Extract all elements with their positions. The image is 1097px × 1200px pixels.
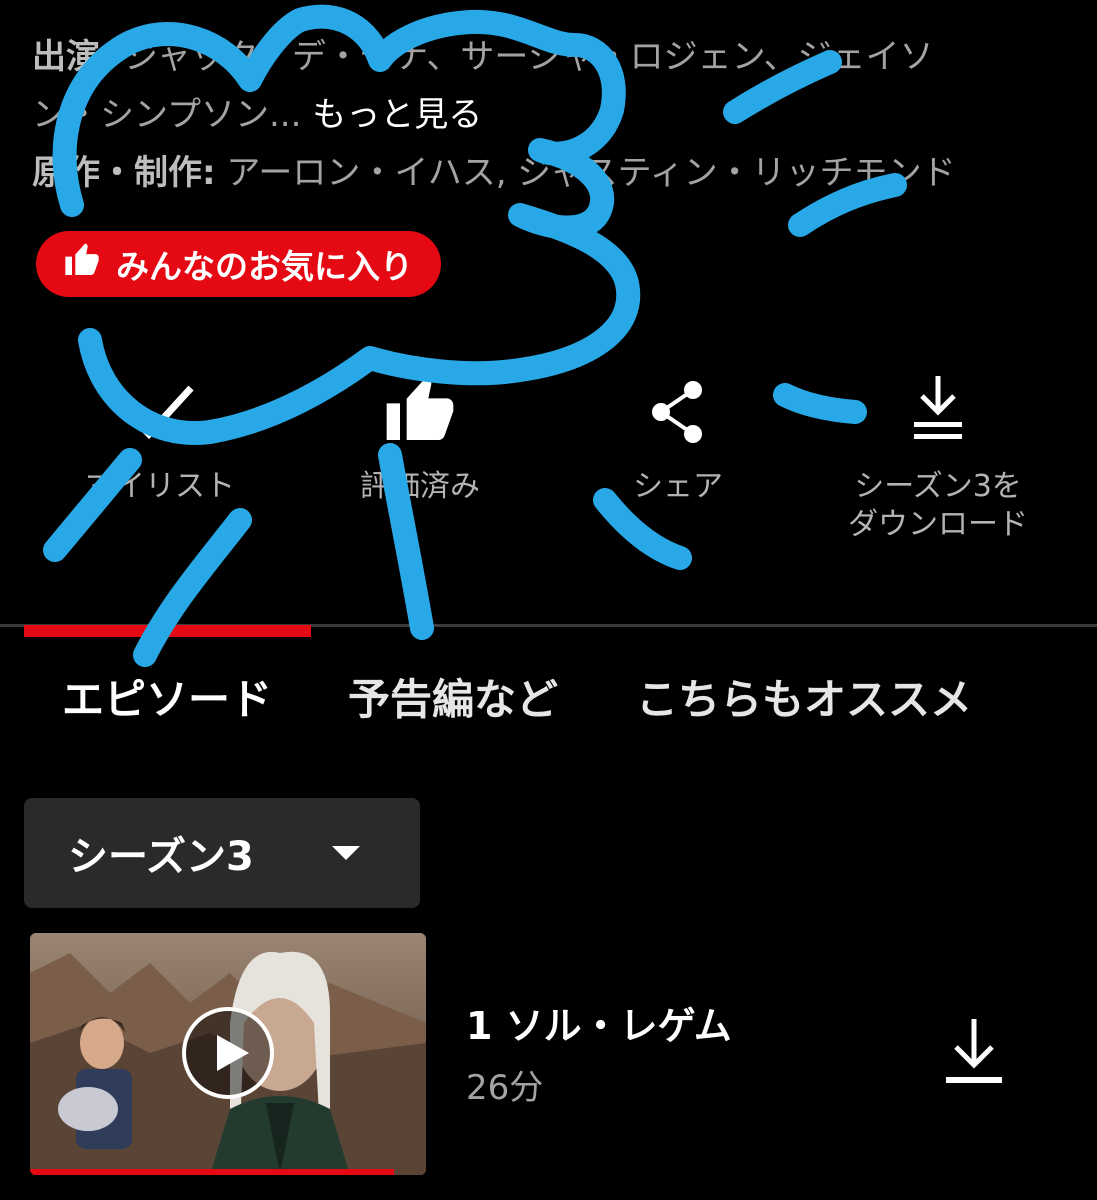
- rated-label: 評価済み: [360, 469, 480, 504]
- my-list-label: マイリスト: [85, 469, 235, 504]
- creators-names: アーロン・イハス, ジャスティン・リッチモンド: [226, 153, 956, 193]
- play-icon[interactable]: [181, 1006, 275, 1100]
- download-season-label: シーズン3を ダウンロード: [818, 468, 1058, 544]
- season-dropdown-value: シーズン3: [68, 834, 254, 880]
- episode-download-button[interactable]: [944, 1015, 1004, 1087]
- action-bar: マイリスト 評価済み シェア シーズン3を ダウンロード: [0, 370, 1097, 570]
- download-season-label-line1: シーズン3を: [854, 469, 1022, 504]
- cast-names-continued: ン・シンプソン...: [32, 95, 302, 135]
- share-button[interactable]: シェア: [558, 370, 798, 506]
- thumbs-up-icon: [62, 240, 102, 288]
- tab-recommended[interactable]: こちらもオススメ: [636, 670, 972, 730]
- thumbs-up-icon: [300, 370, 540, 450]
- my-list-button[interactable]: マイリスト: [40, 370, 280, 506]
- credits-section: 出演: ジャック・デ・セナ、サーシャ・ロジェン、ジェイソ ン・シンプソン... …: [32, 28, 1072, 202]
- active-tab-indicator: [24, 625, 311, 637]
- rated-button[interactable]: 評価済み: [300, 370, 540, 506]
- tab-episodes[interactable]: エピソード: [62, 670, 272, 730]
- favorite-badge: みんなのお気に入り: [36, 231, 441, 297]
- episode-title[interactable]: 1 ソル・レゲム: [466, 995, 732, 1050]
- episode-duration: 26分: [466, 1068, 544, 1108]
- check-icon: [40, 370, 280, 450]
- creators-label: 原作・制作:: [32, 153, 216, 193]
- share-icon: [558, 370, 798, 450]
- cast-line-1: 出演: ジャック・デ・セナ、サーシャ・ロジェン、ジェイソ: [32, 28, 1072, 86]
- episode-thumbnail[interactable]: [30, 933, 426, 1175]
- download-season-label-line2: ダウンロード: [848, 507, 1028, 542]
- cast-label: 出演:: [32, 37, 114, 77]
- more-link[interactable]: もっと見る: [312, 95, 482, 135]
- tab-trailers[interactable]: 予告編など: [348, 670, 558, 730]
- favorite-badge-label: みんなのお気に入り: [116, 247, 413, 286]
- season-dropdown[interactable]: シーズン3: [24, 798, 420, 908]
- creators-line: 原作・制作: アーロン・イハス, ジャスティン・リッチモンド: [32, 144, 1072, 202]
- chevron-down-icon: [332, 846, 360, 860]
- share-label: シェア: [633, 469, 723, 504]
- cast-names: ジャック・デ・セナ、サーシャ・ロジェン、ジェイソ: [124, 37, 934, 77]
- download-icon: [818, 370, 1058, 450]
- download-icon: [946, 1019, 1002, 1083]
- cast-line-2: ン・シンプソン... もっと見る: [32, 86, 1072, 144]
- download-season-button[interactable]: シーズン3を ダウンロード: [818, 370, 1058, 544]
- episode-progress-bar: [30, 1169, 395, 1175]
